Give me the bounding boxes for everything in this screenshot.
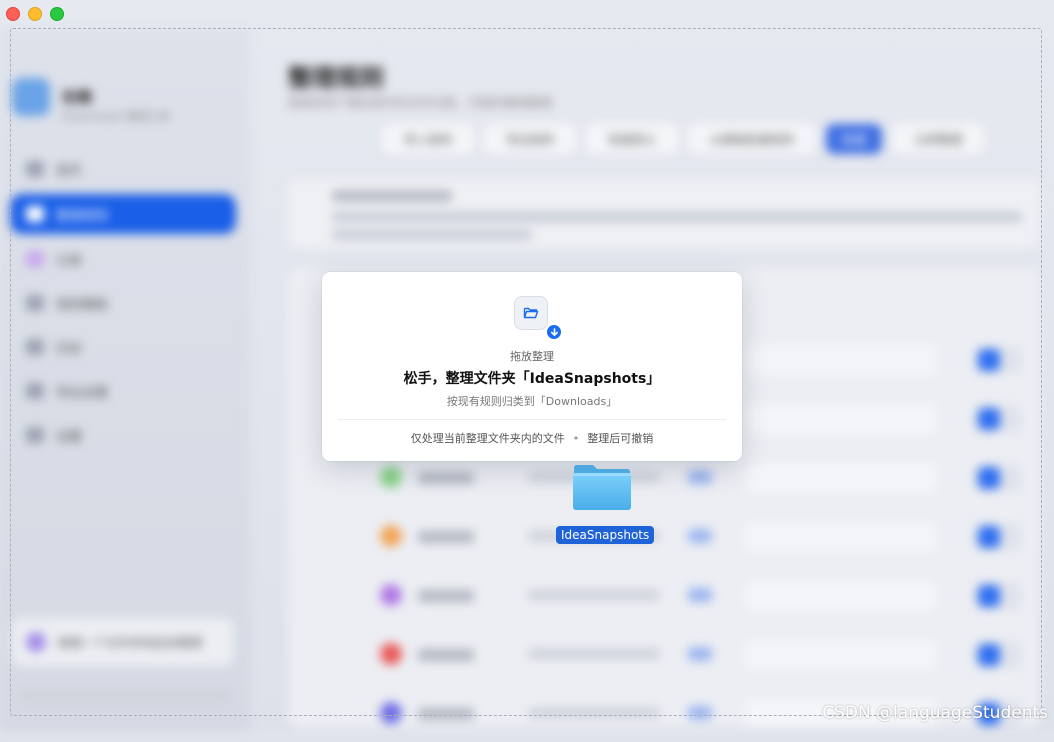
- footer-separator: •: [572, 432, 580, 445]
- category-icon: [380, 702, 402, 724]
- table-row[interactable]: [288, 566, 1040, 624]
- sidebar-item-rules[interactable]: 整理规则: [10, 194, 236, 234]
- notice-banner: [288, 178, 1040, 248]
- footer-note-undo: 整理后可撤销: [587, 432, 654, 445]
- category-icon: [26, 251, 44, 267]
- sidebar-item-label: 规则模板: [56, 297, 109, 313]
- target-folder-field[interactable]: [746, 641, 936, 669]
- toolbar: 导入规则 导出规则 恢复默认 从模板新建规则 新建 立即整理: [382, 124, 985, 154]
- rule-tag: [688, 647, 712, 661]
- folder-open-icon: [514, 296, 548, 330]
- sidebar-nav: 首页 整理规则 分类 规则模板 历史 导出设置 设置: [10, 150, 236, 460]
- rule-pattern: [528, 590, 660, 600]
- sidebar-item-export[interactable]: 导出设置: [10, 372, 236, 410]
- dragged-folder-label: IdeaSnapshots: [556, 526, 655, 544]
- minimize-window-button[interactable]: [28, 7, 42, 21]
- organize-now-button[interactable]: 立即整理: [892, 124, 985, 154]
- page-title: 整理规则: [288, 64, 384, 92]
- sidebar-item-label: 导出设置: [56, 385, 109, 401]
- window-controls: [6, 7, 64, 21]
- page-subtitle: 按规则将下载目录中的文件归类，可随时撤销整理: [288, 96, 553, 110]
- rule-toggle[interactable]: [974, 641, 1022, 669]
- rule-name: [418, 472, 474, 484]
- rule-pattern: [528, 649, 660, 659]
- table-row[interactable]: [288, 507, 1040, 565]
- rule-toggle[interactable]: [974, 582, 1022, 610]
- rule-tag: [688, 529, 712, 543]
- app-logo: [12, 78, 50, 116]
- sidebar-footer: [20, 688, 230, 704]
- rule-toggle[interactable]: [974, 405, 1022, 433]
- close-window-button[interactable]: [6, 7, 20, 21]
- sidebar-item-templates[interactable]: 规则模板: [10, 284, 236, 322]
- app-name: 拾趣: [62, 88, 93, 106]
- footer-note-scope: 仅处理当前整理文件夹内的文件: [410, 432, 565, 445]
- drop-dialog: 拖放整理 松手，整理文件夹「IdeaSnapshots」 按现有规则归类到「Do…: [322, 272, 742, 461]
- sidebar-item-history[interactable]: 历史: [10, 328, 236, 366]
- rule-name: [418, 590, 474, 602]
- restore-default-button[interactable]: 恢复默认: [586, 124, 679, 154]
- gear-icon: [26, 427, 44, 443]
- new-from-template-button[interactable]: 从模板新建规则: [688, 124, 817, 154]
- export-rules-button[interactable]: 导出规则: [484, 124, 577, 154]
- category-icon: [380, 466, 402, 488]
- dialog-eyebrow: 拖放整理: [510, 350, 554, 363]
- category-icon: [380, 584, 402, 606]
- rule-toggle[interactable]: [974, 523, 1022, 551]
- rule-toggle[interactable]: [974, 346, 1022, 374]
- dialog-description: 按现有规则归类到「Downloads」: [446, 395, 618, 408]
- rule-tag: [688, 470, 712, 484]
- watermark: CSDN @languageStudents: [822, 703, 1048, 723]
- sidebar-item-label: 历史: [56, 341, 83, 357]
- sidebar-item-label: 首页: [56, 163, 83, 179]
- export-icon: [26, 383, 44, 399]
- sidebar-item-label: 设置: [56, 429, 83, 445]
- notice-text: [332, 212, 1022, 222]
- rule-pattern: [528, 708, 660, 718]
- divider: [338, 419, 726, 420]
- rule-name: [418, 531, 474, 543]
- history-icon: [26, 339, 44, 355]
- sidebar-item-label: 整理规则: [56, 208, 109, 224]
- rule-name: [418, 649, 474, 661]
- app-subtitle: Downloads 整理工具: [62, 110, 170, 123]
- sidebar-card-label: 拖拽一个文件夹到此处整理: [58, 635, 203, 650]
- target-folder-field[interactable]: [746, 582, 936, 610]
- dragged-folder-icon[interactable]: [570, 462, 634, 514]
- arrow-down-icon: [545, 323, 563, 341]
- rule-name: [418, 708, 474, 720]
- app-window: 拾趣 Downloads 整理工具 首页 整理规则 分类 规则模板 历史 导出设…: [0, 0, 1054, 730]
- dialog-footer: 仅处理当前整理文件夹内的文件 • 整理后可撤销: [322, 430, 742, 446]
- sidebar-item-home[interactable]: 首页: [10, 150, 236, 188]
- sidebar-item-settings[interactable]: 设置: [10, 416, 236, 454]
- target-folder-field[interactable]: [746, 464, 936, 492]
- category-icon: [380, 525, 402, 547]
- maximize-window-button[interactable]: [50, 7, 64, 21]
- import-rules-button[interactable]: 导入规则: [382, 124, 475, 154]
- sidebar-item-categories[interactable]: 分类: [10, 240, 236, 278]
- target-folder-field[interactable]: [746, 523, 936, 551]
- notice-title: [332, 190, 452, 202]
- notice-text: [332, 230, 532, 240]
- table-row[interactable]: [288, 625, 1040, 683]
- rule-tag: [688, 588, 712, 602]
- new-rule-button[interactable]: 新建: [826, 124, 883, 154]
- sidebar-item-label: 分类: [56, 253, 83, 269]
- rule-tag: [688, 706, 712, 720]
- target-folder-field[interactable]: [746, 405, 936, 433]
- sidebar-drop-card[interactable]: 拖拽一个文件夹到此处整理: [12, 618, 234, 666]
- rules-icon: [26, 206, 44, 222]
- target-folder-field[interactable]: [746, 346, 936, 374]
- rule-toggle[interactable]: [974, 464, 1022, 492]
- category-icon: [380, 643, 402, 665]
- sidebar: 拾趣 Downloads 整理工具 首页 整理规则 分类 规则模板 历史 导出设…: [0, 28, 250, 730]
- dialog-title: 松手，整理文件夹「IdeaSnapshots」: [403, 371, 661, 387]
- home-icon: [26, 161, 44, 177]
- drop-icon: [26, 632, 46, 652]
- template-icon: [26, 295, 44, 311]
